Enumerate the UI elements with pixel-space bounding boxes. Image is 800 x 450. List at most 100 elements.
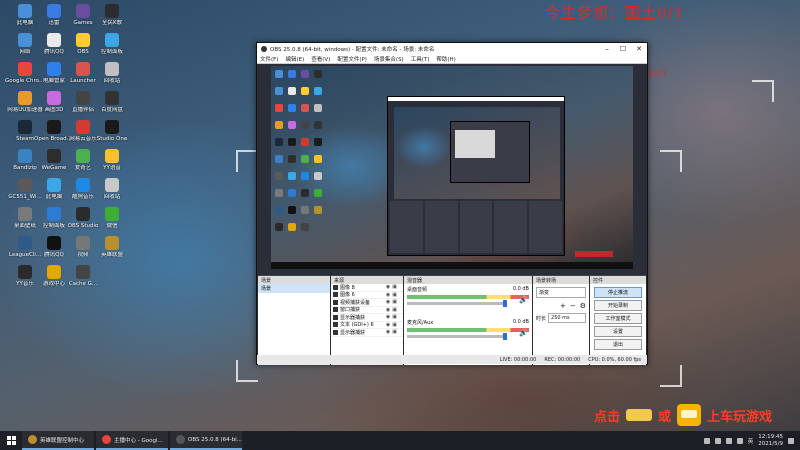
control-button-2[interactable]: 工作室模式: [594, 313, 642, 324]
preview-computer-icon: [275, 70, 283, 78]
transition-select[interactable]: 渐变: [536, 287, 586, 298]
desktop-icon-control[interactable]: 控制面板: [95, 33, 129, 56]
scene-item[interactable]: 场景: [258, 284, 330, 293]
add-transition-icon[interactable]: +: [560, 302, 566, 310]
lock-icon[interactable]: ▣: [392, 329, 397, 335]
source-label: 显示器捕获: [340, 314, 366, 321]
preview-wechat-icon: [314, 189, 322, 197]
open-broadcaster-icon: [47, 120, 61, 134]
volume-meter: [407, 328, 529, 332]
desktop-icon-recycle[interactable]: 回收站: [95, 62, 129, 85]
eye-icon[interactable]: ◉: [386, 284, 390, 290]
eye-icon[interactable]: ◉: [386, 299, 390, 305]
desktop-icon-cache[interactable]: Cache G...: [66, 265, 100, 288]
notification-icon[interactable]: [788, 437, 794, 444]
remove-transition-icon[interactable]: −: [570, 302, 576, 310]
eye-icon[interactable]: ◉: [386, 314, 390, 320]
desktop-icon-wechat[interactable]: 微信: [95, 207, 129, 230]
promo-click-text: 点击: [594, 409, 621, 425]
menu-item[interactable]: 工具(T): [411, 55, 430, 63]
eye-icon[interactable]: ◉: [386, 322, 390, 328]
eye-icon[interactable]: ◉: [386, 329, 390, 335]
color-app-icon: [47, 91, 61, 105]
volume-slider[interactable]: [407, 300, 507, 307]
desktop-icon-label: YY语音: [103, 165, 121, 171]
tray-up-arrow-icon[interactable]: [703, 437, 710, 444]
clock[interactable]: 12:19:45 2021/5/9: [758, 434, 783, 448]
lock-icon[interactable]: ▣: [392, 322, 397, 328]
lock-icon[interactable]: ▣: [392, 299, 397, 305]
video-icon: [76, 236, 90, 250]
pc-manager-icon: [47, 62, 61, 76]
menu-item[interactable]: 文件(F): [260, 55, 278, 63]
eye-icon[interactable]: ◉: [386, 307, 390, 313]
maximize-icon[interactable]: ☐: [615, 45, 631, 53]
menu-item[interactable]: 编辑(E): [285, 55, 304, 63]
eye-icon[interactable]: ◉: [386, 292, 390, 298]
lock-icon[interactable]: ▣: [392, 292, 397, 298]
tray-app-icon[interactable]: [714, 437, 721, 444]
speaker-icon[interactable]: 🔊: [519, 296, 528, 304]
volume-icon[interactable]: [736, 437, 743, 444]
control-button-4[interactable]: 退出: [594, 339, 642, 350]
task-control-center[interactable]: 英雄联盟控制中心: [22, 431, 94, 450]
desktop-icon-league-game[interactable]: 英雄联盟: [95, 236, 129, 259]
desktop-icon-recycle2[interactable]: 回收站: [95, 178, 129, 201]
channel-name: 麦克风/Aux: [407, 320, 434, 326]
menu-item[interactable]: 配置文件(P): [337, 55, 367, 63]
obs-titlebar[interactable]: OBS 25.0.8 (64-bit, windows) - 配置文件: 未命名…: [257, 43, 647, 54]
obs-preview[interactable]: [271, 66, 633, 269]
input-language[interactable]: 英: [748, 437, 754, 445]
network-icon[interactable]: [725, 437, 732, 444]
menu-item[interactable]: 场景集合(S): [374, 55, 404, 63]
task-chrome[interactable]: 主播中心 - Googl...: [96, 431, 168, 450]
lock-icon[interactable]: ▣: [392, 284, 397, 290]
desktop-icon-yy[interactable]: YY语音: [95, 149, 129, 172]
lock-icon[interactable]: ▣: [392, 314, 397, 320]
source-item[interactable]: 显示器捕获 ◉ ▣: [331, 329, 403, 337]
media-icon: [105, 4, 119, 18]
duration-input[interactable]: 250 ms: [548, 313, 586, 323]
transition-settings-icon[interactable]: ⚙: [580, 302, 586, 310]
preview-bandizip-icon: [275, 155, 283, 163]
desktop-icon-label: Studio One: [96, 136, 128, 142]
source-type-icon: [333, 314, 338, 320]
menu-item[interactable]: 查看(V): [311, 55, 330, 63]
game-center-icon: [47, 265, 61, 279]
sources-dock: 来源 图像 8 ◉ ▣ 图像 6 ◉ ▣ 视频捕获设备 ◉ ▣ 窗口捕获 ◉ ▣ 显示器捕获 ◉ ▣ 文本 (…: [331, 275, 403, 365]
menu-item[interactable]: 帮助(H): [436, 55, 455, 63]
channel-db: 0.0 dB: [512, 286, 529, 292]
desktop-icon-studio-one[interactable]: Studio One: [95, 120, 129, 143]
start-button[interactable]: [0, 431, 22, 450]
close-icon[interactable]: ✕: [631, 45, 647, 53]
desktop-icon-baidu[interactable]: 百度网盘: [95, 91, 129, 114]
task-obs[interactable]: OBS 25.0.8 (64-bi...: [170, 431, 242, 450]
obs-window[interactable]: OBS 25.0.8 (64-bit, windows) - 配置文件: 未命名…: [256, 42, 648, 365]
wallpaper-icon: [18, 207, 32, 221]
source-label: 图像 6: [340, 292, 355, 299]
desktop-icon-label: 回收站: [103, 78, 121, 84]
speaker-icon[interactable]: 🔊: [519, 329, 528, 337]
thunder-icon: [47, 4, 61, 18]
volume-slider[interactable]: [407, 333, 507, 340]
lock-icon[interactable]: ▣: [392, 307, 397, 313]
control-button-0[interactable]: 停止推流: [594, 287, 642, 298]
wallpaper-frame-corner-bl: [236, 360, 258, 382]
minimize-icon[interactable]: –: [599, 45, 615, 53]
control-button-1[interactable]: 开始录制: [594, 300, 642, 311]
transitions-header: 场景转场: [533, 276, 589, 284]
control-button-3[interactable]: 设置: [594, 326, 642, 337]
desktop-icon-label: Cache G...: [68, 281, 98, 287]
preview-uu-icon: [275, 121, 283, 129]
mic-icon: [76, 91, 90, 105]
preview-obs-shortcut-icon: [301, 87, 309, 95]
source-label: 显示器捕获: [340, 329, 366, 336]
desktop-icon-label: 英雄联盟: [100, 252, 123, 258]
iqiyi-icon: [76, 149, 90, 163]
preview-qq-icon: [288, 206, 296, 214]
preview-control-icon: [314, 87, 322, 95]
scenes-header: 场景: [258, 276, 330, 284]
bandizip-icon: [18, 149, 32, 163]
desktop-icon-media[interactable]: 全民K歌: [95, 4, 129, 27]
preview-gc551-icon: [275, 172, 283, 180]
